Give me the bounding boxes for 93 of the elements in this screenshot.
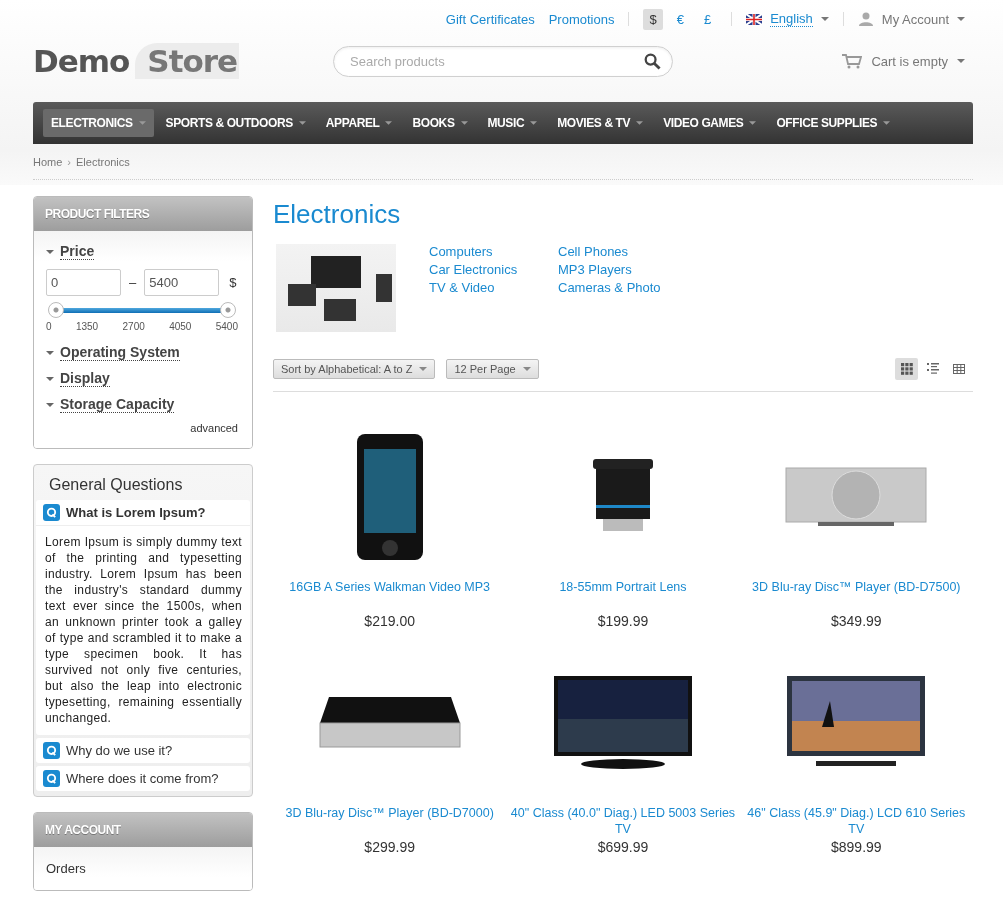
faq-question[interactable]: Where does it come from? <box>36 766 250 791</box>
slider-tick-label: 4050 <box>169 321 192 332</box>
filter-toggle[interactable]: Display <box>60 370 110 387</box>
breadcrumb-separator: › <box>67 156 71 168</box>
subcategory-link[interactable]: MP3 Players <box>558 262 688 280</box>
nav-menu-item[interactable]: APPAREL <box>317 109 401 137</box>
grid-icon <box>900 363 913 375</box>
table-icon <box>952 363 965 375</box>
caret-icon <box>46 249 54 254</box>
caret-icon <box>749 121 757 125</box>
product-price: $299.99 <box>364 839 415 855</box>
caret-icon <box>522 367 531 371</box>
caret-icon <box>46 376 54 381</box>
language-selector[interactable]: English <box>770 11 813 27</box>
caret-icon <box>530 121 538 125</box>
slider-tick-label: 1350 <box>75 321 99 332</box>
subcategory-link[interactable]: TV & Video <box>429 280 558 298</box>
account-menu[interactable]: My Account <box>881 11 949 27</box>
slider-tick-label: 2700 <box>122 321 145 332</box>
breadcrumb-link[interactable]: Home <box>33 156 63 168</box>
nav-menu-item[interactable]: BOOKS <box>404 109 476 137</box>
flag-icon <box>746 13 763 25</box>
header-link[interactable]: Gift Certificates <box>445 11 535 27</box>
product-price: $899.99 <box>831 839 882 855</box>
caret-icon <box>419 367 428 371</box>
product-name-link[interactable]: 46" Class (45.9" Diag.) LCD 610 Series TV <box>743 805 969 837</box>
currency-option[interactable]: $ <box>643 8 663 30</box>
filter-toggle[interactable]: Operating System <box>60 344 180 361</box>
product-name-link[interactable]: 3D Blu-ray Disc™ Player (BD-D7500) <box>743 579 969 611</box>
caret-icon <box>636 121 644 125</box>
panel-title: MY ACCOUNT <box>45 823 121 837</box>
faq-question[interactable]: Why do we use it? <box>36 738 250 763</box>
caret-icon <box>298 121 306 125</box>
search-field[interactable]: Search products <box>333 45 673 77</box>
subcategory-link[interactable]: Computers <box>429 244 558 262</box>
subcategory-link[interactable]: Cameras & Photo <box>558 280 688 298</box>
header-link[interactable]: Promotions <box>548 11 615 27</box>
caret-icon <box>385 121 393 125</box>
caret-icon <box>138 121 146 125</box>
subcategory-link[interactable]: Car Electronics <box>429 262 558 280</box>
cart-icon <box>842 53 863 69</box>
search-icon[interactable] <box>644 52 661 70</box>
product-price: $199.99 <box>597 613 649 629</box>
grid-view-button[interactable] <box>895 358 918 380</box>
slider-handle[interactable] <box>48 302 64 318</box>
slider-handle[interactable] <box>220 302 236 318</box>
currency-symbol: $ <box>229 275 237 290</box>
nav-menu-item[interactable]: ELECTRONICS <box>43 109 154 137</box>
panel-title: General Questions <box>48 475 184 495</box>
filter-toggle[interactable]: Storage Capacity <box>60 396 175 413</box>
product-price: $219.00 <box>364 613 415 629</box>
caret-icon <box>46 350 54 355</box>
currency-option[interactable]: £ <box>697 8 718 30</box>
question-icon <box>43 770 60 787</box>
cart-menu[interactable]: Cart is empty <box>871 53 948 69</box>
product-name-link[interactable]: 40" Class (40.0" Diag.) LED 5003 Series TV <box>510 805 736 837</box>
faq-question[interactable]: What is Lorem Ipsum? <box>36 500 250 526</box>
question-icon <box>43 742 60 759</box>
nav-menu-item[interactable]: VIDEO GAMES <box>655 109 765 137</box>
caret-icon <box>460 121 468 125</box>
caret-icon <box>957 59 965 63</box>
store-logo[interactable]: Demo Store <box>33 43 333 79</box>
product-name-link[interactable]: 16GB A Series Walkman Video MP3 <box>277 579 503 611</box>
advanced-link[interactable]: advanced <box>190 422 238 434</box>
list-icon <box>926 363 939 375</box>
product-name-link[interactable]: 3D Blu-ray Disc™ Player (BD-D7000) <box>277 805 503 837</box>
caret-icon <box>883 121 891 125</box>
panel-title: PRODUCT FILTERS <box>45 207 150 221</box>
caret-icon <box>957 17 965 21</box>
filter-toggle[interactable]: Price <box>60 243 95 260</box>
currency-option[interactable]: € <box>670 8 690 30</box>
faq-answer: Lorem Ipsum is simply dummy text of the printing and typesetting industry. Lorem Ipsum has been the industry's standard dummy text ever since the 1500s, when an unknown printer took a galley of type and scrambled it to make a type specimen book. It has survived not only five centuries, but also the leap into electronic typesetting, remaining essentially unchanged. <box>44 534 243 727</box>
nav-menu-item[interactable]: MOVIES & TV <box>549 109 652 137</box>
nav-menu-item[interactable]: MUSIC <box>479 109 546 137</box>
breadcrumb-current: Electronics <box>76 156 130 168</box>
slider-tick-label: 5400 <box>215 321 238 332</box>
caret-icon <box>46 402 54 407</box>
user-icon <box>857 12 874 26</box>
product-price: $349.99 <box>831 613 882 629</box>
range-dash: – <box>129 275 137 290</box>
nav-menu-item[interactable]: OFFICE SUPPLIES <box>768 109 899 137</box>
min-price-field[interactable]: 0 <box>46 269 121 296</box>
caret-icon <box>820 17 829 21</box>
subcategory-link[interactable]: Cell Phones <box>558 244 688 262</box>
sort-dropdown[interactable]: Sort by Alphabetical: A to Z <box>273 359 436 379</box>
nav-menu-item[interactable]: SPORTS & OUTDOORS <box>157 109 314 137</box>
slider-tick-label: 0 <box>46 321 52 332</box>
question-icon <box>43 504 60 521</box>
product-price: $699.99 <box>597 839 649 855</box>
product-name-link[interactable]: 18-55mm Portrait Lens <box>510 579 736 611</box>
per-page-dropdown[interactable]: 12 Per Page <box>446 359 539 379</box>
category-title: Electronics <box>273 199 402 230</box>
max-price-field[interactable]: 5400 <box>144 269 220 296</box>
